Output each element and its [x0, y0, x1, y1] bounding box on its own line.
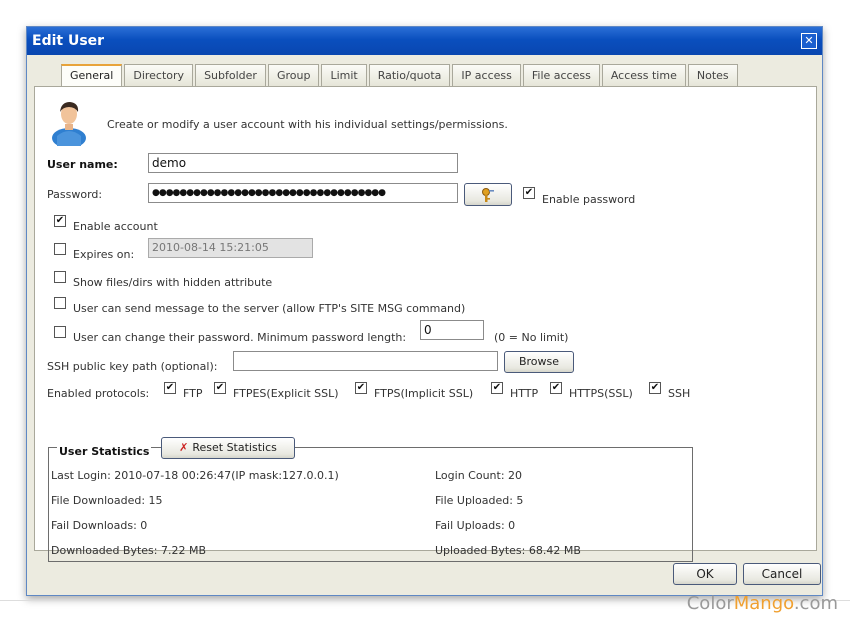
- protocol-http-label: HTTP: [510, 387, 539, 400]
- tab-notes[interactable]: Notes: [687, 64, 738, 86]
- watermark-part-1: Color: [686, 593, 734, 614]
- password-field[interactable]: ●●●●●●●●●●●●●●●●●●●●●●●●●●●●●●●●●●: [148, 183, 458, 203]
- hidden-attr-label: Show files/dirs with hidden attribute: [73, 276, 273, 289]
- hidden-attr-checkbox[interactable]: [54, 271, 66, 283]
- protocol-ftps-label: FTPS(Implicit SSL): [374, 387, 474, 400]
- enable-account-checkbox[interactable]: ✔: [54, 215, 66, 227]
- last-login-text: Last Login: 2010-07-18 00:26:47(IP mask:…: [51, 469, 339, 482]
- user-statistics-group: User Statistics ✗ Reset Statistics Last L…: [48, 437, 693, 562]
- close-icon[interactable]: ✕: [801, 33, 817, 49]
- expires-label: Expires on:: [73, 248, 135, 261]
- general-panel: Create or modify a user account with his…: [34, 86, 817, 562]
- file-uploaded-text: File Uploaded: 5: [435, 494, 524, 507]
- enable-password-checkbox[interactable]: ✔: [523, 187, 535, 199]
- protocol-ftpes-label: FTPES(Explicit SSL): [233, 387, 339, 400]
- protocol-https-label: HTTPS(SSL): [569, 387, 633, 400]
- dialog-title: Edit User: [32, 33, 105, 49]
- protocol-ssh-checkbox[interactable]: ✔: [649, 382, 661, 394]
- tab-general[interactable]: General: [61, 64, 123, 87]
- protocols-label: Enabled protocols:: [47, 387, 150, 400]
- reset-statistics-label: Reset Statistics: [192, 441, 277, 454]
- generate-password-button[interactable]: [464, 183, 512, 206]
- reset-statistics-button[interactable]: ✗ Reset Statistics: [161, 437, 295, 459]
- browse-button[interactable]: Browse: [504, 351, 574, 373]
- protocol-http-checkbox[interactable]: ✔: [491, 382, 503, 394]
- key-icon: [482, 188, 494, 202]
- tab-limit[interactable]: Limit: [321, 64, 367, 86]
- tab-ratio-quota[interactable]: Ratio/quota: [368, 64, 451, 86]
- watermark-part-2: Mango: [733, 593, 794, 614]
- downloaded-bytes-text: Downloaded Bytes: 7.22 MB: [51, 544, 207, 557]
- tab-group[interactable]: Group: [267, 64, 320, 86]
- tab-bar: General Directory Subfolder Group Limit …: [61, 64, 740, 87]
- title-bar: Edit User ✕: [27, 27, 822, 55]
- ssh-key-label: SSH public key path (optional):: [47, 360, 218, 373]
- change-password-checkbox[interactable]: [54, 326, 66, 338]
- tab-ip-access[interactable]: IP access: [452, 64, 521, 86]
- user-icon: [52, 102, 86, 146]
- cancel-button[interactable]: Cancel: [743, 563, 821, 585]
- fail-downloads-text: Fail Downloads: 0: [51, 519, 148, 532]
- fail-uploads-text: Fail Uploads: 0: [435, 519, 516, 532]
- min-password-length-field[interactable]: 0: [420, 320, 484, 340]
- change-password-label: User can change their password. Minimum …: [73, 331, 407, 344]
- enable-password-label: Enable password: [542, 193, 636, 206]
- ok-button[interactable]: OK: [673, 563, 737, 585]
- enable-account-label: Enable account: [73, 220, 158, 233]
- protocol-ftpes-checkbox[interactable]: ✔: [214, 382, 226, 394]
- expires-checkbox[interactable]: [54, 243, 66, 255]
- username-field[interactable]: demo: [148, 153, 458, 173]
- username-label: User name:: [47, 158, 118, 171]
- tab-directory[interactable]: Directory: [124, 64, 194, 86]
- tab-access-time[interactable]: Access time: [601, 64, 686, 86]
- ssh-key-path-field[interactable]: [233, 351, 498, 371]
- tab-subfolder[interactable]: Subfolder: [195, 64, 266, 86]
- watermark-part-3: .com: [793, 593, 838, 614]
- uploaded-bytes-text: Uploaded Bytes: 68.42 MB: [435, 544, 581, 557]
- reset-x-icon: ✗: [179, 441, 189, 454]
- watermark-logo: ColorMango.com: [687, 593, 838, 614]
- password-label: Password:: [47, 188, 103, 201]
- file-downloaded-text: File Downloaded: 15: [51, 494, 163, 507]
- site-msg-checkbox[interactable]: [54, 297, 66, 309]
- protocol-ftp-checkbox[interactable]: ✔: [164, 382, 176, 394]
- no-limit-hint: (0 = No limit): [494, 331, 569, 344]
- statistics-title: User Statistics: [57, 445, 152, 458]
- protocol-ssh-label: SSH: [668, 387, 691, 400]
- login-count-text: Login Count: 20: [435, 469, 523, 482]
- intro-text: Create or modify a user account with his…: [107, 118, 508, 131]
- site-msg-label: User can send message to the server (all…: [73, 302, 466, 315]
- edit-user-dialog: Edit User ✕ General Directory Subfolder …: [26, 26, 823, 596]
- tab-file-access[interactable]: File access: [522, 64, 600, 86]
- protocol-ftps-checkbox[interactable]: ✔: [355, 382, 367, 394]
- expires-date-field[interactable]: 2010-08-14 15:21:05: [148, 238, 313, 258]
- protocol-https-checkbox[interactable]: ✔: [550, 382, 562, 394]
- protocol-ftp-label: FTP: [183, 387, 203, 400]
